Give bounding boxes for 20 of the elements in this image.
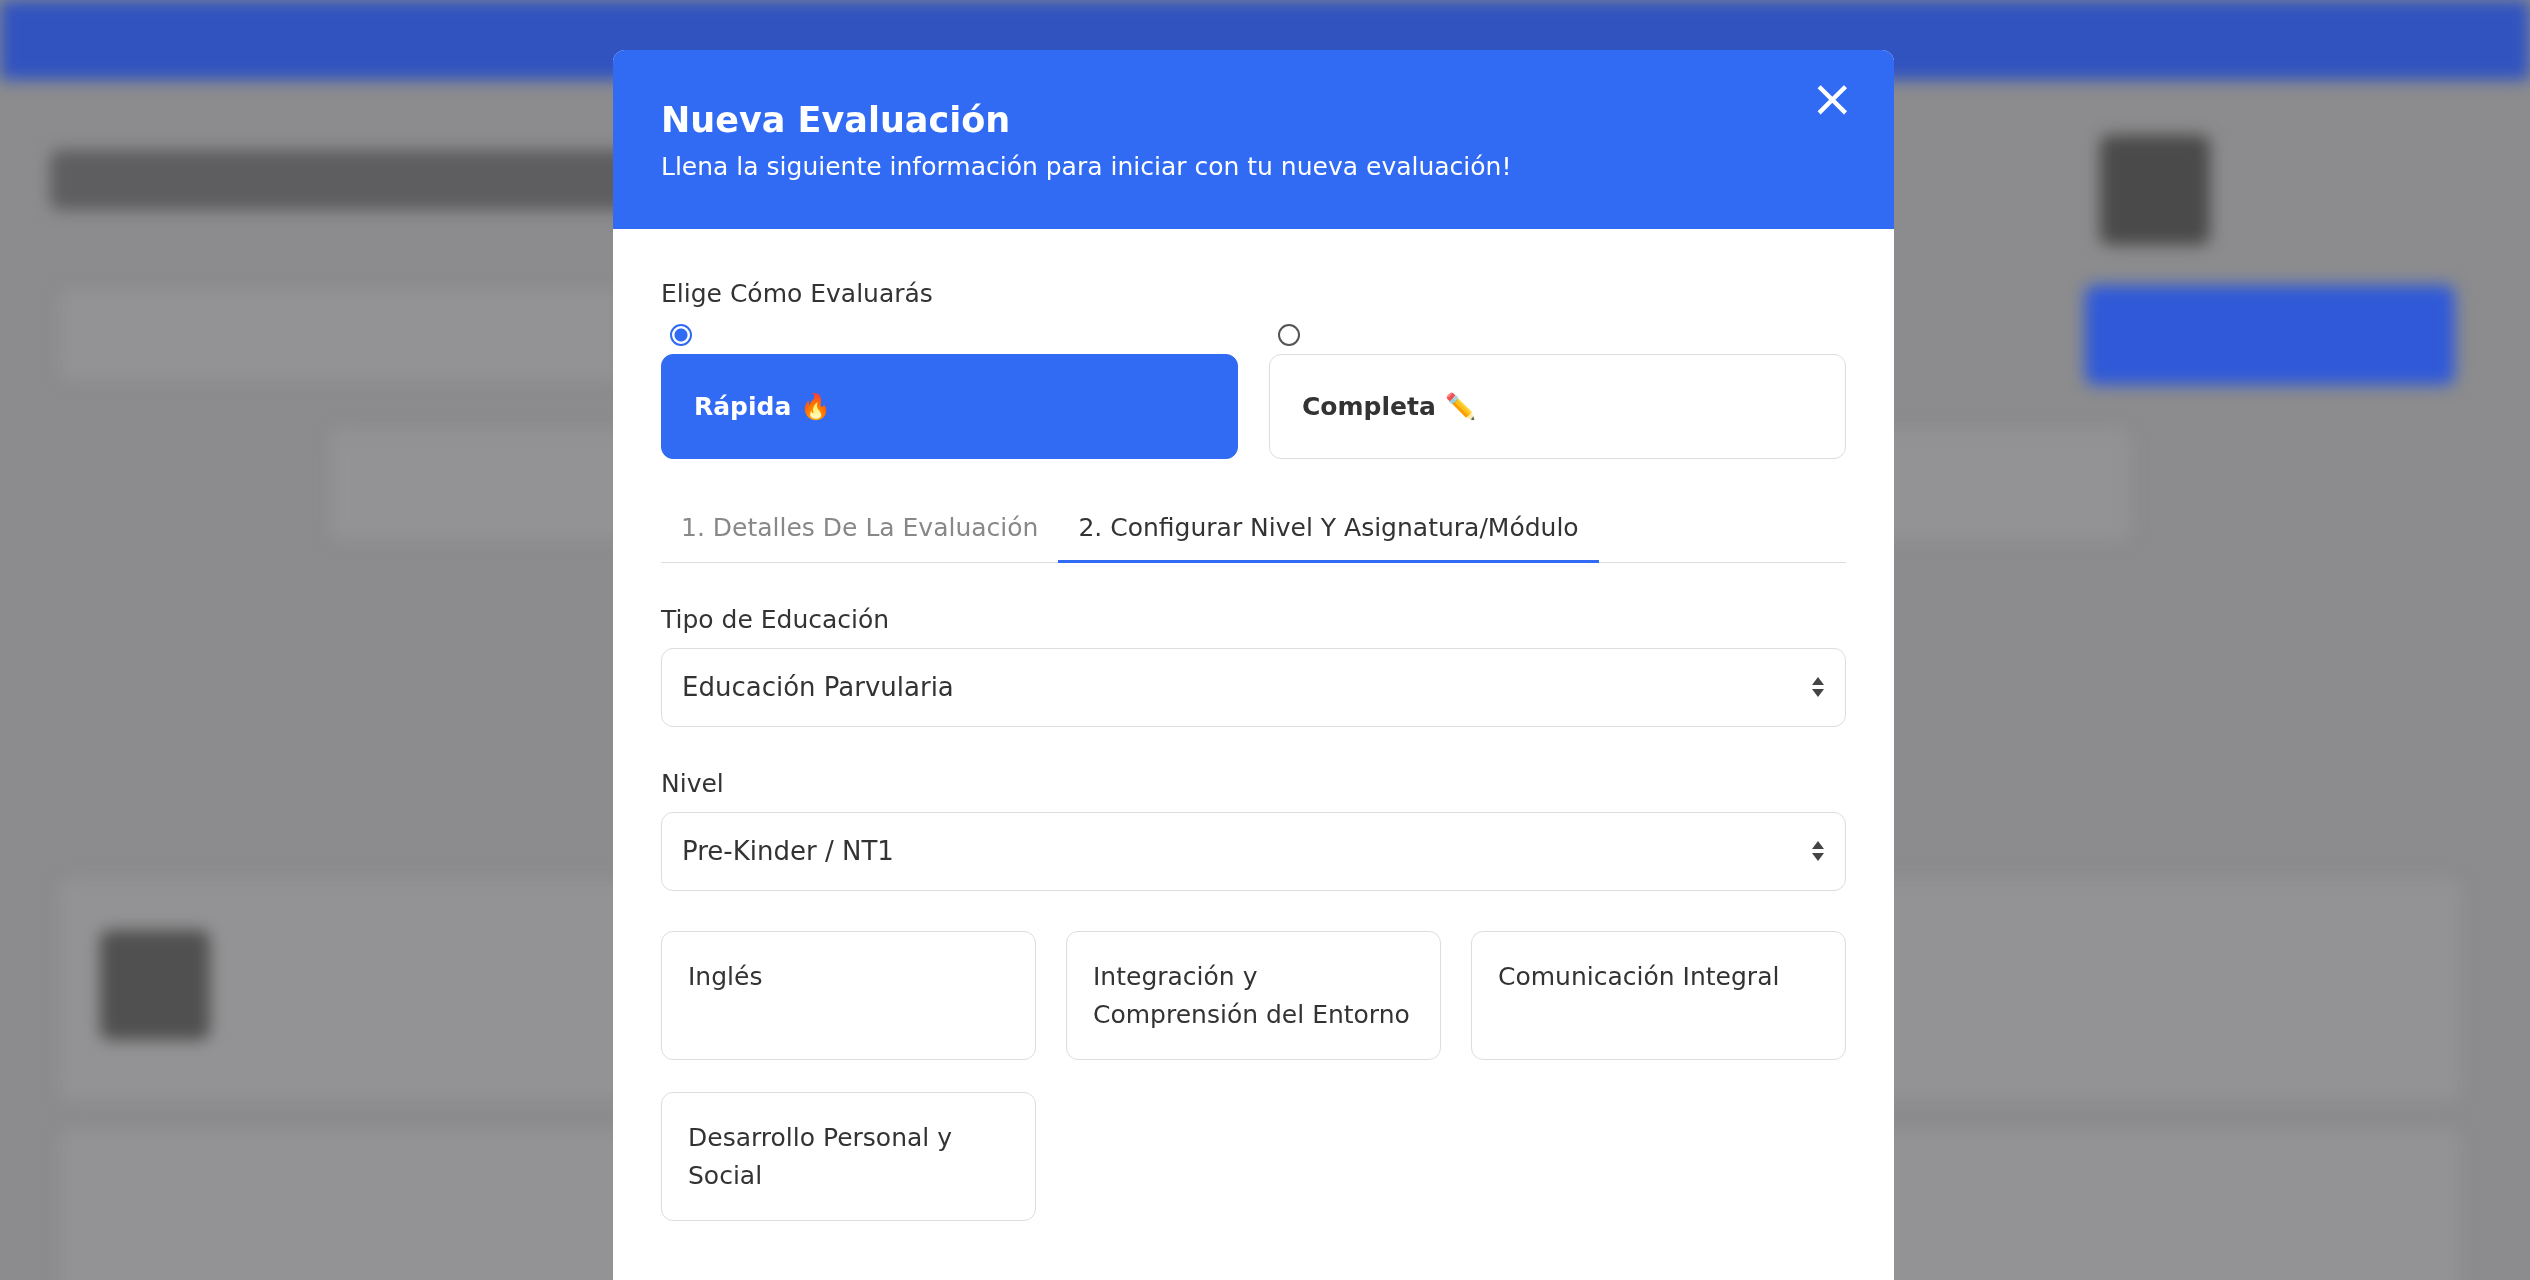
subject-card[interactable]: Inglés (661, 930, 1036, 1060)
close-button[interactable]: × (1810, 72, 1854, 124)
select-field[interactable]: Pre-Kinder / NT1 (661, 811, 1846, 891)
sort-caret-icon (1811, 840, 1825, 862)
subject-card[interactable]: Comunicación Integral (1471, 930, 1846, 1060)
sort-caret-icon (1811, 676, 1825, 698)
modal-subtitle: Llena la siguiente información para iniciar con tu nueva evaluación! (661, 152, 1513, 181)
method-card[interactable]: Completa ✏ (1269, 354, 1846, 459)
tab[interactable]: 2. Configurar Nivel Y Asignatura/Módulo (1058, 499, 1599, 563)
section-label: Elige Cómo Evaluarás (661, 279, 934, 308)
method-card[interactable]: Rápida 🔥 (661, 354, 1238, 459)
radio-button[interactable] (1278, 324, 1300, 346)
field-label: Nivel (661, 768, 725, 798)
subject-card[interactable]: Integración y Comprensión del Entorno (1066, 930, 1441, 1060)
tab[interactable]: 1. Detalles De La Evaluación (661, 499, 1059, 563)
select-field[interactable]: Educación Parvularia (661, 647, 1846, 727)
radio-button[interactable] (670, 324, 692, 346)
field-label: Tipo de Educación (661, 604, 891, 634)
modal-title: Nueva Evaluación (661, 100, 1012, 140)
subject-card[interactable]: Desarrollo Personal y Social (661, 1091, 1036, 1221)
